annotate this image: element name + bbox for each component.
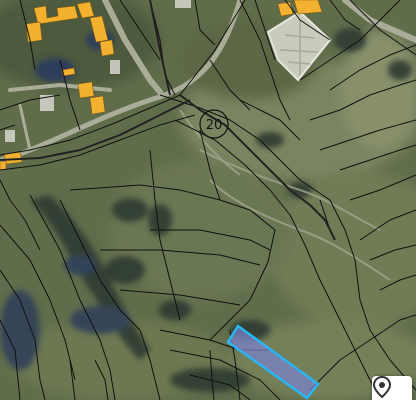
location-marker-icon [372,376,392,398]
locate-button[interactable] [372,376,412,400]
cadastral-map[interactable]: 20 [0,0,416,400]
parcel-number-label: 20 [199,109,229,139]
parcel-number-text: 20 [206,118,223,133]
